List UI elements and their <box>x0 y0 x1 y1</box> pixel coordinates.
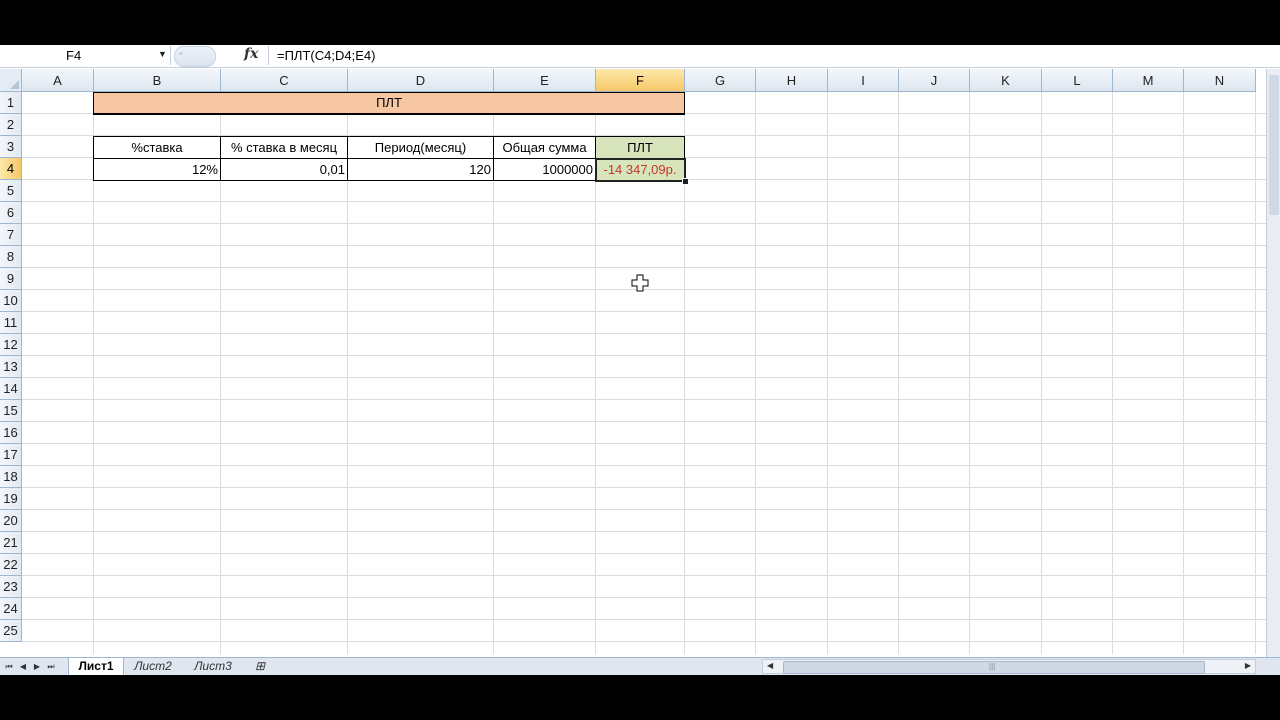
vertical-scrollbar[interactable] <box>1266 69 1280 657</box>
value-cell-monthly-rate[interactable]: 0,01 <box>220 159 348 181</box>
formula-bar: F4 ▼ ◦ fx =ПЛТ(C4;D4;E4) <box>0 45 1280 68</box>
column-header[interactable]: I <box>828 69 899 92</box>
chevron-down-icon[interactable]: ▼ <box>158 49 167 59</box>
name-box-value: F4 <box>66 48 82 63</box>
header-cell-monthly-rate[interactable]: % ставка в месяц <box>220 136 348 159</box>
header-cell-pmt[interactable]: ПЛТ <box>595 136 685 159</box>
pmt-result: -14 347,09р. <box>603 162 677 177</box>
last-sheet-icon[interactable]: ⏭ <box>44 659 58 674</box>
value-cell-pmt[interactable]: -14 347,09р. <box>595 159 685 181</box>
column-header[interactable]: D <box>348 69 494 92</box>
cell-select-cursor-icon <box>631 274 649 292</box>
row-header[interactable]: 20 <box>0 510 22 532</box>
sheet-tab-3[interactable]: Лист3 <box>186 658 240 675</box>
next-sheet-icon[interactable]: ▶ <box>30 659 44 674</box>
table-title-cell[interactable]: ПЛТ <box>93 92 685 115</box>
scroll-right-icon[interactable]: ▶ <box>1245 661 1251 670</box>
scroll-left-icon[interactable]: ◀ <box>767 661 773 670</box>
worksheet-grid[interactable]: A B C D E F G H I J K L M N 1 2 3 4 5 6 … <box>0 69 1266 657</box>
column-header[interactable]: C <box>221 69 348 92</box>
column-header[interactable]: B <box>94 69 221 92</box>
vertical-scroll-thumb[interactable] <box>1269 75 1279 215</box>
prev-sheet-icon[interactable]: ◀ <box>16 659 30 674</box>
column-header-selected[interactable]: F <box>596 69 685 92</box>
header-cell-rate[interactable]: %ставка <box>93 136 221 159</box>
row-header[interactable]: 3 <box>0 136 22 158</box>
column-header[interactable]: G <box>685 69 756 92</box>
row-header[interactable]: 22 <box>0 554 22 576</box>
sheet-tab-2[interactable]: Лист2 <box>126 658 180 675</box>
column-header[interactable]: A <box>22 69 94 92</box>
formula-input[interactable]: =ПЛТ(C4;D4;E4) <box>268 46 1269 65</box>
column-header[interactable]: L <box>1042 69 1113 92</box>
row-header[interactable]: 19 <box>0 488 22 510</box>
formula-bar-resize-handle[interactable]: ◦ <box>174 46 216 67</box>
column-header[interactable]: J <box>899 69 970 92</box>
row-header[interactable]: 5 <box>0 180 22 202</box>
row-header[interactable]: 17 <box>0 444 22 466</box>
header-cell-total[interactable]: Общая сумма <box>493 136 596 159</box>
row-header[interactable]: 11 <box>0 312 22 334</box>
spreadsheet-window: F4 ▼ ◦ fx =ПЛТ(C4;D4;E4) A B C D E F G H… <box>0 45 1280 675</box>
row-header[interactable]: 15 <box>0 400 22 422</box>
row-header[interactable]: 16 <box>0 422 22 444</box>
first-sheet-icon[interactable]: ⏮ <box>2 659 16 674</box>
column-header[interactable]: K <box>970 69 1042 92</box>
value-cell-rate[interactable]: 12% <box>93 159 221 181</box>
value-cell-period[interactable]: 120 <box>347 159 494 181</box>
row-header[interactable]: 12 <box>0 334 22 356</box>
row-header[interactable]: 2 <box>0 114 22 136</box>
cell-area[interactable]: ПЛТ %ставка % ставка в месяц Период(меся… <box>22 92 1266 654</box>
sheet-tab-1[interactable]: Лист1 <box>68 658 124 675</box>
insert-sheet-icon[interactable]: ⊞ <box>248 658 272 675</box>
sheet-tab-bar: ⏮ ◀ ▶ ⏭ Лист1 Лист2 Лист3 ⊞ ◀ ||| ▶ <box>0 657 1280 675</box>
formula-text: =ПЛТ(C4;D4;E4) <box>277 48 376 63</box>
column-header[interactable]: N <box>1184 69 1256 92</box>
row-header[interactable]: 21 <box>0 532 22 554</box>
select-all-button[interactable] <box>0 69 22 92</box>
row-header[interactable]: 9 <box>0 268 22 290</box>
value-cell-total[interactable]: 1000000 <box>493 159 596 181</box>
fill-handle[interactable] <box>682 178 689 185</box>
row-header[interactable]: 25 <box>0 620 22 642</box>
row-header[interactable]: 10 <box>0 290 22 312</box>
row-header[interactable]: 1 <box>0 92 22 114</box>
row-header[interactable]: 7 <box>0 224 22 246</box>
insert-function-icon[interactable]: fx <box>244 46 258 62</box>
row-header[interactable]: 13 <box>0 356 22 378</box>
row-header-selected[interactable]: 4 <box>0 158 22 180</box>
name-box[interactable]: F4 ▼ <box>0 46 171 65</box>
row-header[interactable]: 23 <box>0 576 22 598</box>
horizontal-scrollbar[interactable]: ◀ ||| ▶ <box>762 659 1256 674</box>
grip-icon: ||| <box>989 662 996 671</box>
row-header[interactable]: 8 <box>0 246 22 268</box>
grip-icon: ◦ <box>179 48 183 60</box>
column-header[interactable]: E <box>494 69 596 92</box>
row-header[interactable]: 18 <box>0 466 22 488</box>
header-cell-period[interactable]: Период(месяц) <box>347 136 494 159</box>
column-header[interactable]: H <box>756 69 828 92</box>
column-header[interactable]: M <box>1113 69 1184 92</box>
row-header[interactable]: 24 <box>0 598 22 620</box>
row-header[interactable]: 6 <box>0 202 22 224</box>
row-header[interactable]: 14 <box>0 378 22 400</box>
